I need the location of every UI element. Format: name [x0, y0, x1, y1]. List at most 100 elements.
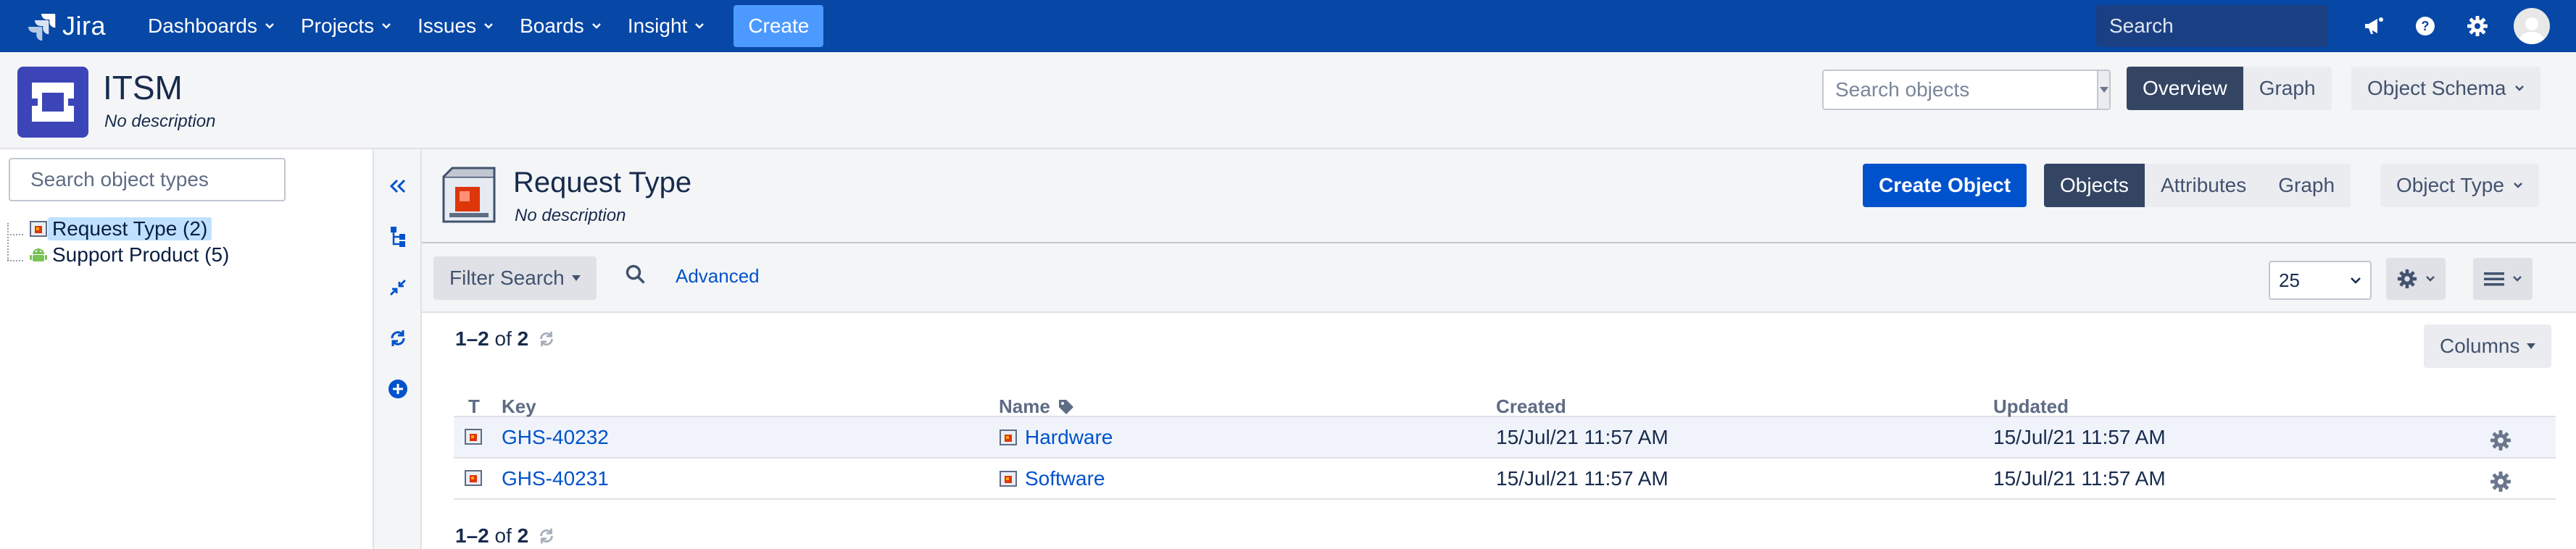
result-of: of [494, 327, 512, 350]
column-header-updated[interactable]: Updated [1993, 395, 2069, 418]
schema-title: ITSM [103, 69, 183, 106]
row-type-icon [464, 427, 483, 446]
chevron-down-icon [2514, 183, 2522, 188]
column-header-type[interactable]: T [468, 395, 480, 418]
refresh-icon [391, 330, 405, 346]
schema-header: ITSM No description Overview Graph Objec… [0, 52, 2576, 149]
filter-search-button[interactable]: Filter Search [433, 256, 597, 300]
list-icon [2484, 272, 2504, 286]
add-object-type-button[interactable] [386, 377, 410, 401]
column-header-name[interactable]: Name [999, 395, 1075, 418]
jira-logo-icon [28, 14, 56, 41]
object-search-input[interactable] [1824, 78, 2097, 101]
created-cell: 15/Jul/21 11:57 AM [1496, 467, 1669, 490]
create-object-button[interactable]: Create Object [1863, 164, 2027, 207]
settings-menu-button[interactable] [2386, 258, 2446, 300]
column-header-key[interactable]: Key [502, 395, 536, 418]
table-row[interactable]: GHS-40232 Hardware 15/Jul/21 11:57 AM 15… [454, 417, 2556, 458]
nav-insight[interactable]: Insight [615, 0, 718, 52]
object-schema-button[interactable]: Object Schema [2351, 67, 2541, 110]
object-type-button[interactable]: Object Type [2380, 164, 2539, 207]
settings-icon [2467, 16, 2488, 36]
global-search[interactable] [2096, 5, 2371, 47]
list-view-menu-button[interactable] [2473, 258, 2533, 300]
user-avatar-icon [2519, 17, 2545, 44]
gear-icon [2490, 472, 2511, 492]
nav-issues[interactable]: Issues [404, 0, 507, 52]
help-button[interactable]: ? [2399, 0, 2451, 52]
schema-graph-button[interactable]: Graph [2243, 67, 2332, 110]
minimize-button[interactable] [386, 275, 410, 300]
row-actions-button[interactable] [2489, 429, 2512, 452]
refresh-icon[interactable] [537, 527, 556, 545]
create-button[interactable]: Create [734, 5, 824, 47]
advanced-search-link[interactable]: Advanced [676, 265, 760, 288]
global-search-input[interactable] [2109, 14, 2371, 38]
object-name-label: Software [1025, 467, 1105, 490]
result-of: of [494, 524, 512, 547]
nav-boards[interactable]: Boards [507, 0, 615, 52]
collapse-sidebar-button[interactable] [386, 174, 410, 198]
page-size-select[interactable]: 25 [2269, 261, 2372, 300]
tree-item-request-type[interactable]: Request Type (2) [26, 216, 233, 242]
chevron-down-icon [2351, 277, 2361, 284]
columns-button[interactable]: Columns [2424, 324, 2552, 368]
request-type-icon [1000, 429, 1017, 445]
nav-dashboards[interactable]: Dashboards [135, 0, 288, 52]
object-type-label: Object Type [2396, 174, 2504, 196]
object-type-panel: Request Type No description Create Objec… [422, 149, 2576, 549]
object-search[interactable] [1822, 70, 2111, 110]
chevron-down-icon [484, 23, 493, 29]
avatar[interactable] [2514, 8, 2550, 44]
notifications-button[interactable] [2347, 0, 2399, 52]
caret-down-icon [2527, 343, 2536, 349]
tab-attributes[interactable]: Attributes [2144, 164, 2263, 207]
schema-view-switch: Overview Graph [2127, 67, 2332, 110]
tree-item-support-product[interactable]: Support Product (5) [26, 242, 233, 268]
nav-item-label: Dashboards [148, 14, 257, 37]
table-row[interactable]: GHS-40231 Software 15/Jul/21 11:57 AM 15… [454, 458, 2556, 500]
result-count-bottom: 1–2 of 2 [455, 524, 556, 548]
nav-projects[interactable]: Projects [288, 0, 404, 52]
settings-button[interactable] [2451, 0, 2504, 52]
object-key-link[interactable]: GHS-40232 [502, 426, 609, 449]
row-actions-button[interactable] [2489, 470, 2512, 493]
overview-button[interactable]: Overview [2127, 67, 2243, 110]
request-type-icon [465, 470, 482, 486]
svg-text:?: ? [2422, 19, 2430, 33]
row-type-icon [464, 469, 483, 487]
tree-connector [7, 234, 23, 235]
object-name-link[interactable]: Software [999, 467, 1105, 490]
filter-search-submit[interactable] [625, 264, 647, 285]
object-search-dropdown[interactable] [2097, 71, 2109, 109]
object-key-link[interactable]: GHS-40231 [502, 467, 609, 490]
updated-cell: 15/Jul/21 11:57 AM [1993, 426, 2166, 448]
object-type-tree: Request Type (2) Support Product (5) [26, 216, 233, 268]
filter-search-label: Filter Search [449, 267, 565, 289]
object-type-menu: Object Type [2380, 164, 2539, 207]
column-header-created[interactable]: Created [1496, 395, 1566, 418]
chevron-down-icon [382, 23, 391, 29]
tree-structure-button[interactable] [386, 225, 410, 249]
refresh-tree-button[interactable] [386, 326, 410, 351]
nav-item-label: Insight [627, 14, 688, 37]
object-name-link[interactable]: Hardware [999, 426, 1113, 449]
object-type-tabs: Objects Attributes Graph [2044, 164, 2351, 207]
chevron-down-icon [591, 23, 601, 29]
page-size-value: 25 [2279, 269, 2300, 291]
object-type-search-input[interactable] [30, 168, 292, 191]
result-total: 2 [517, 327, 529, 350]
tab-objects[interactable]: Objects [2044, 164, 2145, 207]
tree-tools [374, 149, 422, 549]
nav-item-label: Projects [301, 14, 375, 37]
results-area: 1–2 of 2 Columns T Key Name Created Upda… [422, 313, 2576, 549]
jira-logo[interactable]: Jira [28, 0, 106, 52]
result-count-top: 1–2 of 2 [455, 327, 556, 351]
refresh-icon[interactable] [537, 330, 556, 348]
chevron-down-icon [2513, 276, 2522, 282]
object-type-search[interactable] [9, 158, 292, 201]
tag-icon [1058, 399, 1073, 414]
object-type-title: Request Type [513, 167, 692, 198]
tab-graph[interactable]: Graph [2262, 164, 2351, 207]
schema-icon [17, 67, 88, 138]
